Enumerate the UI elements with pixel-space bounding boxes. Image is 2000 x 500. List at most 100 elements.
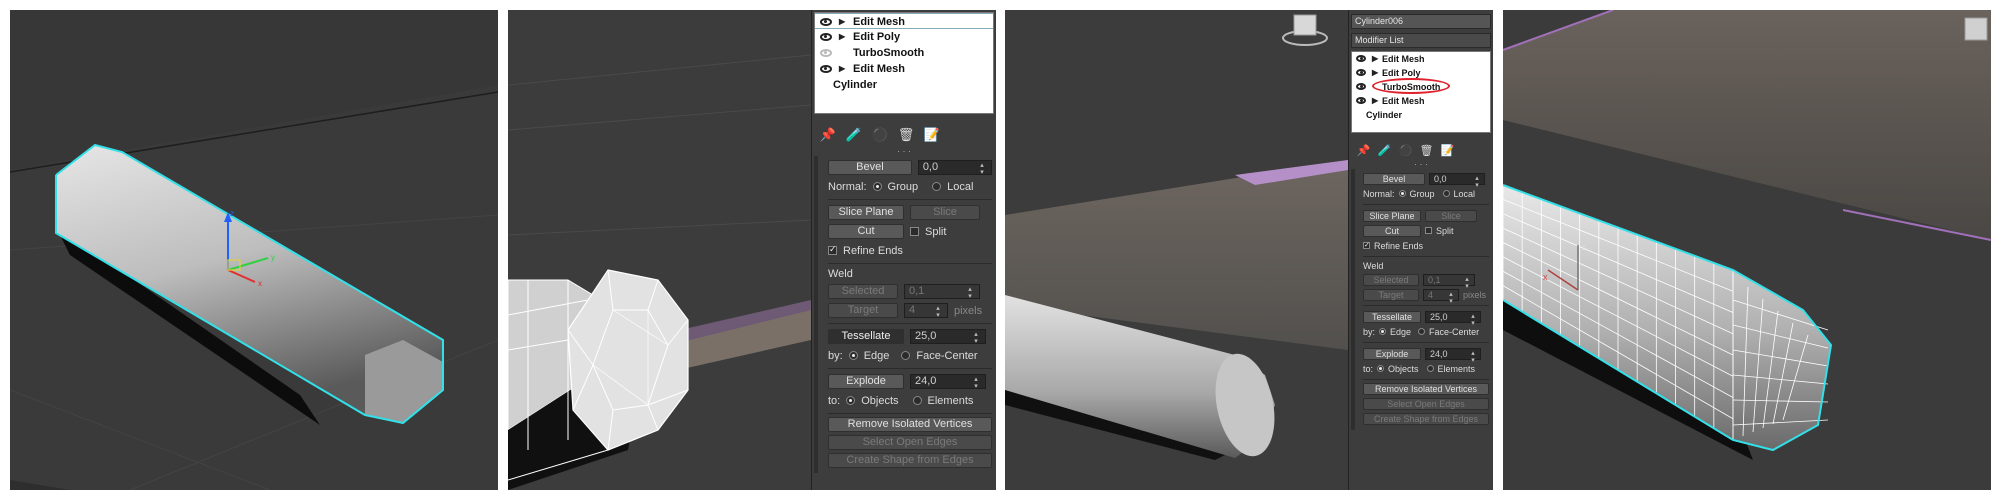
viewport-panel-3[interactable]: Cylinder006 Modifier List ▶ Edit Mesh ▶ Ed… [1005,10,1493,490]
weld-target-button[interactable]: Target [828,303,898,318]
expand-arrow-icon[interactable]: ▶ [1372,94,1378,108]
by-face-center-radio[interactable] [1418,328,1426,335]
weld-selected-button[interactable]: Selected [1363,273,1419,286]
to-elements-radio[interactable] [1426,365,1434,372]
to-elements-radio[interactable] [912,396,922,405]
eye-icon[interactable] [1356,83,1366,90]
remove-isolated-vertices-button[interactable]: Remove Isolated Vertices [828,417,992,432]
expand-arrow-icon[interactable]: ▶ [839,14,845,30]
split-checkbox[interactable] [1425,227,1432,234]
make-unique-icon[interactable]: ⚫ [1399,144,1413,157]
refine-ends-checkbox[interactable] [1363,241,1370,249]
modifier-list-dropdown[interactable]: Modifier List [1351,33,1491,48]
pin-icon[interactable]: 📌 [820,127,836,143]
normal-local-radio[interactable] [932,182,942,191]
normal-group-label: Group [887,180,919,193]
weld-target-spinner[interactable]: 4 [1423,288,1459,304]
stack-item-cylinder[interactable]: Cylinder [815,77,993,93]
stack-item-cylinder[interactable]: Cylinder [1352,108,1490,122]
eye-icon[interactable] [1356,97,1366,104]
viewport-panel-4[interactable]: x z [1503,10,1991,490]
modifier-stack[interactable]: ▶ Edit Mesh ▶ Edit Poly TurboSmooth ▶ Edit … [1351,51,1491,133]
expand-arrow-icon[interactable]: ▶ [1372,52,1378,66]
remove-isolated-vertices-button[interactable]: Remove Isolated Vertices [1363,383,1489,395]
tessellate-spinner[interactable]: 25,0 [910,329,986,344]
to-objects-radio[interactable] [1377,365,1385,372]
object-name-field[interactable]: Cylinder006 [1351,14,1491,29]
stack-item-turbosmooth[interactable]: TurboSmooth [815,45,993,61]
to-objects-radio[interactable] [846,396,856,405]
create-shape-button[interactable]: Create Shape from Edges [828,453,992,468]
slice-button[interactable]: Slice [910,205,980,220]
stack-item-edit-poly[interactable]: ▶ Edit Poly [815,29,993,45]
trash-icon[interactable]: 🗑 [1420,144,1434,157]
weld-selected-button[interactable]: Selected [828,284,898,299]
tessellate-button[interactable]: Tessellate [1363,310,1421,323]
select-open-edges-button[interactable]: Select Open Edges [1363,398,1489,410]
modifier-icon[interactable]: 🧪 [1378,144,1392,157]
by-edge-radio[interactable] [848,351,858,360]
viewport-3-scene[interactable] [1005,10,1348,490]
refine-ends-checkbox[interactable] [828,244,837,255]
viewport-2-scene[interactable] [508,10,811,490]
bevel-button[interactable]: Bevel [1363,172,1425,185]
modifier-icon[interactable]: 🧪 [846,127,862,143]
normal-label: Normal: [1363,188,1395,199]
cut-button[interactable]: Cut [1363,224,1421,237]
trash-icon[interactable]: 🗑 [898,127,915,143]
explode-spinner[interactable]: 24,0 [910,374,986,389]
normal-group-radio[interactable] [872,182,882,191]
explode-button[interactable]: Explode [828,374,904,389]
modifier-panel-zoomed: Cylinder006 Modifier List ▶ Edit Mesh ▶ Ed… [1348,10,1493,490]
expand-arrow-icon[interactable]: ▶ [839,61,845,77]
stack-item-edit-mesh-2[interactable]: ▶ Edit Mesh [815,61,993,77]
explode-spinner[interactable]: 24,0 [1425,347,1481,363]
cut-button[interactable]: Cut [828,224,904,239]
weld-target-button[interactable]: Target [1363,288,1419,301]
split-label: Split [1436,225,1454,236]
rollout-handle[interactable]: · · · [1349,160,1493,169]
expand-arrow-icon[interactable]: ▶ [839,29,845,45]
tessellate-spinner[interactable]: 25,0 [1425,310,1481,326]
eye-off-icon[interactable] [820,49,832,57]
tessellate-button[interactable]: Tessellate [828,329,904,344]
weld-threshold-spinner[interactable]: 0,1 [904,284,980,299]
slice-plane-button[interactable]: Slice Plane [1363,209,1421,222]
weld-label: Weld [828,268,853,280]
configure-icon[interactable]: 📝 [924,127,940,143]
weld-threshold-spinner[interactable]: 0,1 [1423,273,1475,289]
normal-group-radio[interactable] [1398,190,1406,197]
stack-item-edit-mesh-2[interactable]: ▶ Edit Mesh [1352,94,1490,108]
by-edge-radio[interactable] [1379,328,1387,335]
by-face-center-radio[interactable] [901,351,911,360]
make-unique-icon[interactable]: ⚫ [872,127,888,143]
viewport-4-scene[interactable]: x z [1503,10,1991,490]
viewport-1-scene[interactable]: x y z [10,10,498,490]
bevel-spinner[interactable]: 0,0 [1429,172,1485,188]
eye-icon[interactable] [1356,55,1366,62]
slice-plane-button[interactable]: Slice Plane [828,205,904,220]
configure-icon[interactable]: 📝 [1441,144,1455,157]
weld-target-spinner[interactable]: 4 [904,303,948,318]
select-open-edges-button[interactable]: Select Open Edges [828,435,992,450]
explode-button[interactable]: Explode [1363,347,1421,360]
bevel-button[interactable]: Bevel [828,160,912,175]
create-shape-button[interactable]: Create Shape from Edges [1363,413,1489,425]
slice-button[interactable]: Slice [1425,209,1477,222]
eye-icon[interactable] [1356,69,1366,76]
expand-arrow-icon[interactable]: ▶ [1372,66,1378,80]
stack-item-edit-mesh[interactable]: ▶ Edit Mesh [815,13,993,29]
eye-icon[interactable] [820,33,832,41]
rollout-handle[interactable]: · · · [812,147,996,156]
viewport-panel-2[interactable]: ▶ Edit Mesh ▶ Edit Poly TurboSmooth ▶ Edit … [508,10,996,490]
viewport-panel-1[interactable]: x y z [10,10,498,490]
bevel-spinner[interactable]: 0,0 [917,160,992,175]
normal-local-radio[interactable] [1442,190,1450,197]
eye-icon[interactable] [820,18,832,26]
eye-icon[interactable] [820,65,832,73]
stack-item-edit-mesh[interactable]: ▶ Edit Mesh [1352,52,1490,66]
pin-icon[interactable]: 📌 [1357,144,1371,157]
stack-item-turbosmooth[interactable]: TurboSmooth [1352,78,1490,94]
modifier-stack[interactable]: ▶ Edit Mesh ▶ Edit Poly TurboSmooth ▶ Edit … [814,12,994,114]
split-checkbox[interactable] [910,227,919,236]
